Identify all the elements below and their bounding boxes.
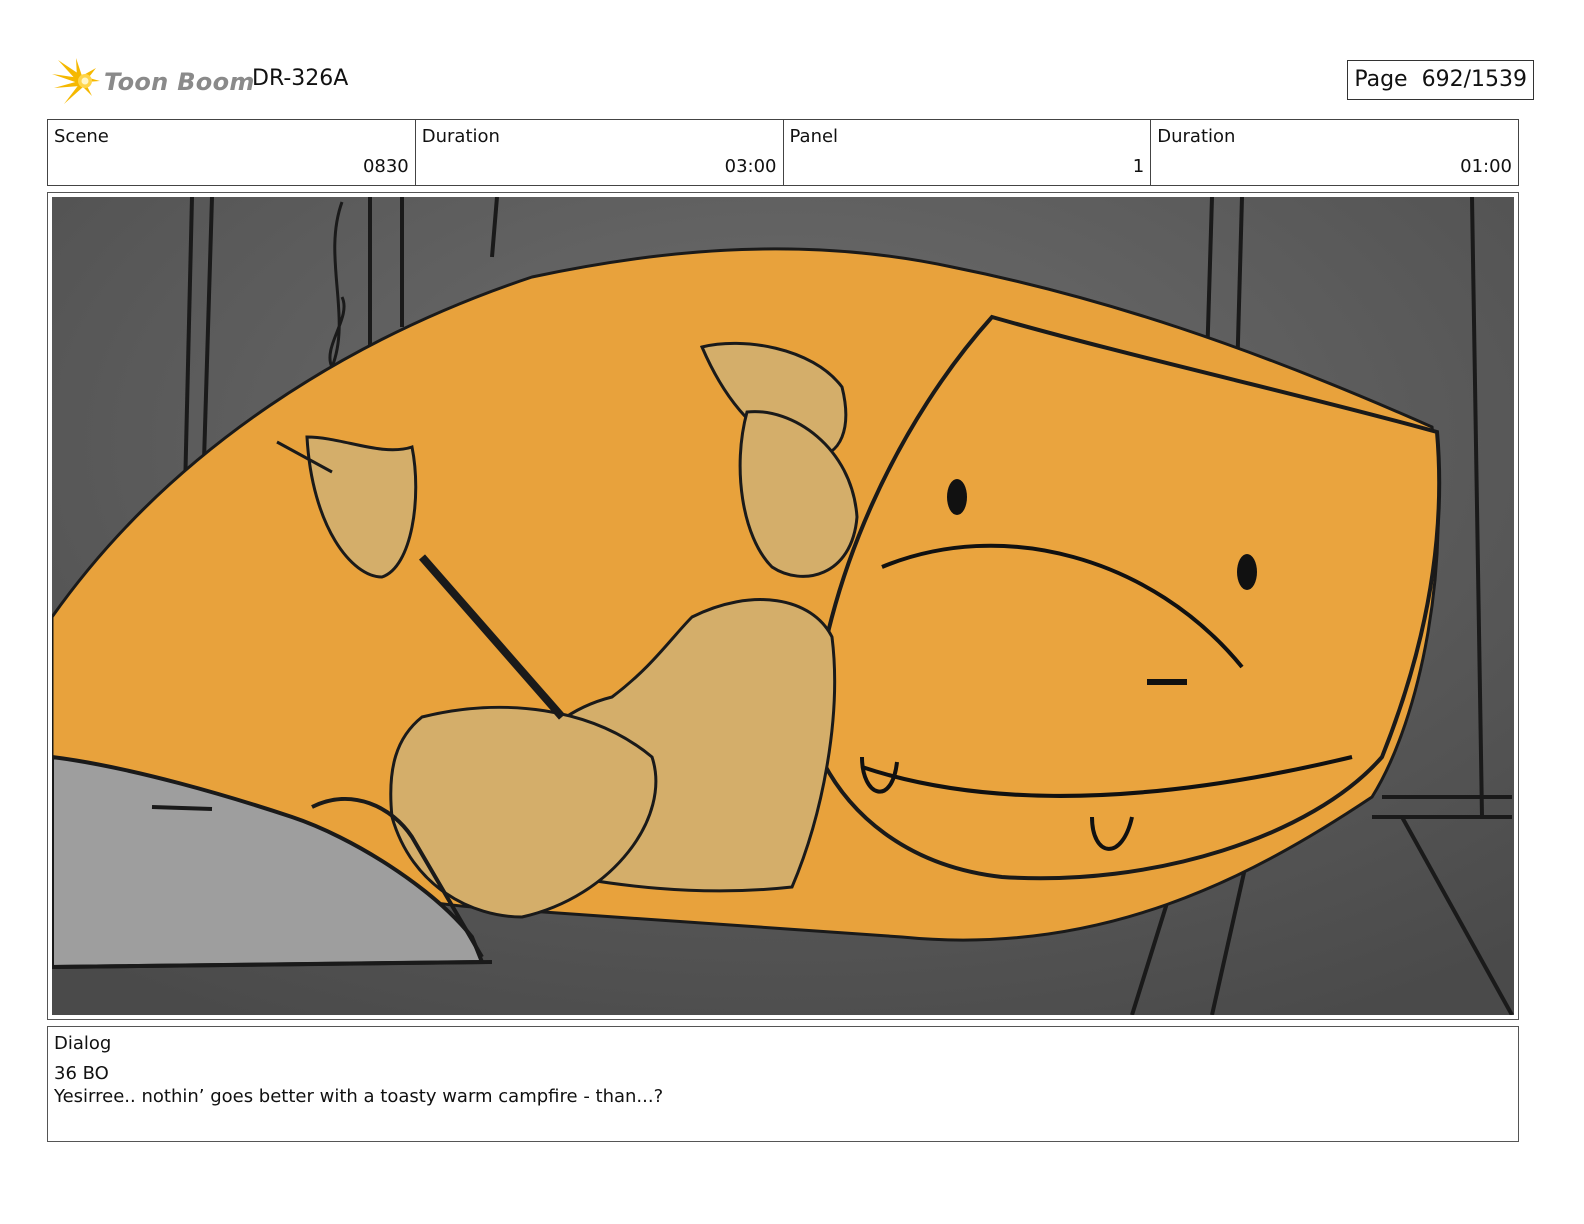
panel-label: Panel xyxy=(789,126,839,147)
page-header: Toon Boom DR-326A Page 692/1539 xyxy=(52,56,1534,108)
dialog-label: Dialog xyxy=(54,1033,112,1054)
storyboard-panel-image xyxy=(52,197,1514,1015)
panel-cell: Panel 1 xyxy=(784,120,1152,185)
scene-duration-label: Duration xyxy=(421,126,500,147)
scene-label: Scene xyxy=(54,126,109,147)
document-id: DR-326A xyxy=(252,66,349,91)
storyboard-panel xyxy=(47,192,1519,1020)
page-indicator: Page 692/1539 xyxy=(1347,60,1534,100)
scene-duration-cell: Duration 03:00 xyxy=(416,120,784,185)
panel-duration-label: Duration xyxy=(1157,126,1236,147)
dialog-line: Yesirree.. nothin’ goes better with a to… xyxy=(54,1086,664,1107)
panel-value: 1 xyxy=(1132,156,1145,177)
toon-boom-logo: Toon Boom xyxy=(52,56,255,108)
dialog-speaker: 36 BO xyxy=(54,1063,109,1084)
page-number: 692/1539 xyxy=(1421,67,1527,92)
panel-duration-cell: Duration 01:00 xyxy=(1151,120,1518,185)
page-label: Page xyxy=(1354,67,1408,92)
panel-duration-value: 01:00 xyxy=(1460,156,1512,177)
scene-duration-value: 03:00 xyxy=(724,156,777,177)
panel-info-row: Scene 0830 Duration 03:00 Panel 1 Durati… xyxy=(47,119,1519,186)
dialog-box: Dialog 36 BO Yesirree.. nothin’ goes bet… xyxy=(47,1026,1519,1142)
scene-cell: Scene 0830 xyxy=(48,120,416,185)
scene-value: 0830 xyxy=(362,156,409,177)
logo-text: Toon Boom xyxy=(104,68,255,96)
starburst-icon xyxy=(52,58,100,104)
